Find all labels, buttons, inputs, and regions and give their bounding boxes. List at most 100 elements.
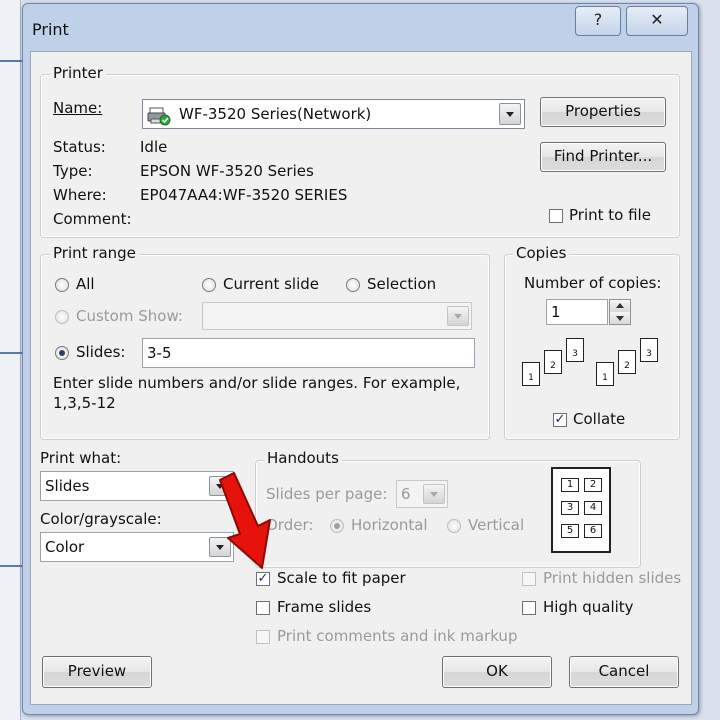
type-value: EPSON WF-3520 Series xyxy=(140,162,314,180)
arrow-up-icon xyxy=(616,303,624,308)
cancel-button[interactable]: Cancel xyxy=(569,656,679,688)
scale-to-fit-label: Scale to fit paper xyxy=(277,569,406,587)
high-quality-label: High quality xyxy=(543,598,634,616)
selection-label: Selection xyxy=(367,275,437,293)
collate-illustration-stack-2: 3 2 1 xyxy=(596,338,666,396)
color-grayscale-dropdown[interactable]: Color xyxy=(40,532,234,562)
print-hidden-slides-label: Print hidden slides xyxy=(543,569,682,587)
preview-label: Preview xyxy=(67,662,127,680)
chevron-down-icon[interactable] xyxy=(499,103,521,125)
number-of-copies-input[interactable]: 1 xyxy=(546,299,608,325)
high-quality-checkbox[interactable] xyxy=(522,601,536,615)
handout-cell: 5 xyxy=(561,524,579,538)
color-grayscale-label: Color/grayscale: xyxy=(40,510,162,528)
network-printer-icon xyxy=(147,107,171,126)
where-label: Where: xyxy=(53,186,107,204)
find-printer-button[interactable]: Find Printer... xyxy=(540,142,666,172)
print-comments-label: Print comments and ink markup xyxy=(277,627,518,645)
page-icon: 1 xyxy=(522,362,540,386)
help-button[interactable]: ? xyxy=(575,6,621,36)
find-printer-label: Find Printer... xyxy=(553,147,653,165)
close-button[interactable]: ✕ xyxy=(626,6,688,36)
slides-input-value: 3-5 xyxy=(147,344,172,362)
collate-label: Collate xyxy=(573,410,626,428)
page-icon: 3 xyxy=(566,338,584,362)
comment-label: Comment: xyxy=(53,210,132,228)
vertical-radio[interactable] xyxy=(447,519,461,533)
print-range-group-label: Print range xyxy=(50,244,139,262)
properties-button[interactable]: Properties xyxy=(540,97,666,127)
slides-radio[interactable] xyxy=(55,346,69,360)
red-annotation-arrow-icon xyxy=(219,472,271,569)
slides-input[interactable]: 3-5 xyxy=(142,338,475,368)
arrow-down-icon xyxy=(616,316,624,321)
preview-button[interactable]: Preview xyxy=(42,656,152,688)
handout-cell: 1 xyxy=(561,478,579,492)
cancel-label: Cancel xyxy=(598,662,650,680)
page-icon: 1 xyxy=(596,362,614,386)
name-label: Name: xyxy=(53,99,102,117)
frame-slides-checkbox[interactable] xyxy=(256,601,270,615)
chevron-down-icon[interactable] xyxy=(447,306,469,326)
scale-to-fit-checkbox[interactable]: ✓ xyxy=(256,572,270,586)
slides-per-page-label: Slides per page: xyxy=(266,485,388,503)
copies-spinner[interactable] xyxy=(609,299,631,325)
slides-per-page-dropdown[interactable]: 6 xyxy=(396,480,448,508)
where-value: EP047AA4:WF-3520 SERIES xyxy=(140,186,348,204)
page-icon: 3 xyxy=(640,338,658,362)
chevron-down-icon[interactable] xyxy=(423,484,445,504)
current-slide-label: Current slide xyxy=(223,275,320,293)
custom-show-label: Custom Show: xyxy=(76,307,183,325)
copies-group-label: Copies xyxy=(513,244,570,262)
properties-label: Properties xyxy=(565,102,641,120)
page-icon: 2 xyxy=(544,350,562,374)
custom-show-radio[interactable] xyxy=(55,310,69,324)
collate-illustration-stack-1: 3 2 1 xyxy=(522,338,592,396)
horizontal-radio[interactable] xyxy=(330,519,344,533)
desktop-divider xyxy=(0,565,22,567)
page-icon: 2 xyxy=(618,350,636,374)
close-icon: ✕ xyxy=(650,10,664,29)
slides-label: Slides: xyxy=(76,343,126,361)
printer-name-value: WF-3520 Series(Network) xyxy=(179,105,372,123)
spin-down-button[interactable] xyxy=(610,312,630,324)
print-range-help-line2: 1,3,5-12 xyxy=(53,394,116,412)
number-of-copies-label: Number of copies: xyxy=(524,274,662,292)
handout-cell: 4 xyxy=(584,501,602,515)
spin-up-button[interactable] xyxy=(610,300,630,312)
printer-name-dropdown[interactable]: WF-3520 Series(Network) xyxy=(142,99,525,129)
ok-button[interactable]: OK xyxy=(442,656,552,688)
frame-slides-label: Frame slides xyxy=(277,598,372,616)
type-label: Type: xyxy=(53,162,93,180)
horizontal-label: Horizontal xyxy=(351,516,428,534)
status-label: Status: xyxy=(53,138,106,156)
print-what-label: Print what: xyxy=(40,449,122,467)
name-label-text: Name: xyxy=(53,99,103,117)
vertical-label: Vertical xyxy=(468,516,525,534)
print-to-file-checkbox[interactable] xyxy=(549,209,563,223)
custom-show-dropdown[interactable] xyxy=(202,302,472,330)
help-icon: ? xyxy=(593,10,603,29)
ok-label: OK xyxy=(486,662,508,680)
handouts-group-label: Handouts xyxy=(264,449,342,467)
all-label: All xyxy=(76,275,95,293)
slides-per-page-value: 6 xyxy=(401,485,411,503)
print-to-file-label: Print to file xyxy=(569,206,651,224)
handout-cell: 2 xyxy=(584,478,602,492)
collate-checkbox[interactable]: ✓ xyxy=(553,413,567,427)
selection-radio[interactable] xyxy=(346,278,360,292)
all-radio[interactable] xyxy=(55,278,69,292)
desktop-divider xyxy=(0,352,22,354)
handout-cell: 3 xyxy=(561,501,579,515)
desktop-divider xyxy=(0,60,22,62)
status-value: Idle xyxy=(140,138,168,156)
print-range-help-line1: Enter slide numbers and/or slide ranges.… xyxy=(53,374,461,392)
desktop-background xyxy=(0,0,21,720)
current-slide-radio[interactable] xyxy=(202,278,216,292)
number-of-copies-value: 1 xyxy=(551,303,561,321)
print-what-dropdown[interactable]: Slides xyxy=(40,471,234,501)
print-hidden-slides-checkbox[interactable] xyxy=(522,572,536,586)
print-comments-checkbox[interactable] xyxy=(256,630,270,644)
handout-cell: 6 xyxy=(584,524,602,538)
print-what-value: Slides xyxy=(45,477,90,495)
